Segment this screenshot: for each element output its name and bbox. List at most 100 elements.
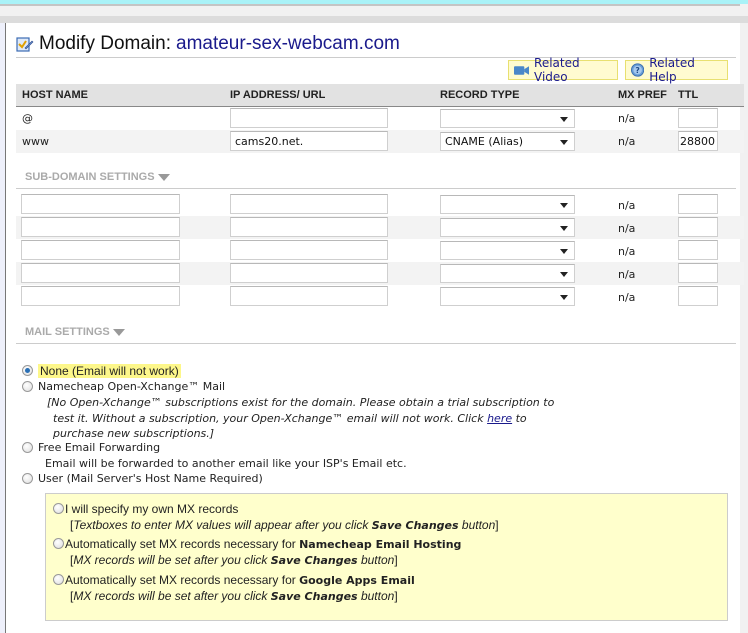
note-text: button (357, 589, 395, 603)
chevron-down-icon (560, 249, 568, 254)
record-type-select[interactable] (440, 264, 575, 283)
ttl-input[interactable] (678, 263, 718, 283)
user-mx-options-box: I will specify my own MX records [Textbo… (45, 493, 728, 621)
mail-none-text: None (Email will not work) (38, 364, 181, 378)
mx-google-text: Automatically set MX records necessary f… (65, 573, 300, 587)
record-type-select[interactable] (440, 218, 575, 237)
chevron-down-icon (560, 203, 568, 208)
mx-namecheap-note: [MX records will be set after you click … (70, 553, 398, 567)
ttl-input[interactable] (678, 108, 718, 128)
ttl-input[interactable] (678, 131, 718, 151)
subdomain-settings-toggle[interactable]: SUB-DOMAIN SETTINGS (25, 171, 170, 183)
subdomain-settings-label: SUB-DOMAIN SETTINGS (25, 171, 155, 183)
openxchange-note-line1: [No Open-Xchange™ subscriptions exist fo… (47, 396, 555, 409)
related-video-label: Related Video (534, 56, 580, 84)
note-text: MX records will be set after you click (73, 589, 271, 603)
title-label: Modify Domain: (39, 33, 171, 54)
ip-address-input[interactable] (230, 194, 388, 214)
related-video-button[interactable]: Related Video (508, 56, 618, 84)
mx-own-note: [Textboxes to enter MX values will appea… (70, 518, 499, 532)
mx-pref: n/a (618, 135, 636, 148)
col-host-name: HOST NAME (22, 89, 88, 101)
panel-top-strip (0, 16, 748, 23)
ip-address-input[interactable] (230, 240, 388, 260)
note-text: Textboxes to enter MX values will appear… (73, 518, 372, 532)
record-type-select[interactable] (440, 109, 575, 128)
mx-google-bold: Google Apps Email (299, 574, 415, 587)
note-bold: Save Changes (371, 519, 459, 532)
ttl-input[interactable] (678, 286, 718, 306)
record-type-select[interactable] (440, 195, 575, 214)
ip-address-input[interactable] (230, 108, 388, 128)
note-text: button (458, 518, 496, 532)
mx-google-note: [MX records will be set after you click … (70, 589, 398, 603)
title-divider (16, 57, 736, 58)
caret-down-icon (157, 173, 170, 181)
mx-pref: n/a (618, 222, 636, 235)
mx-pref: n/a (618, 291, 636, 304)
mx-own-radio[interactable] (53, 503, 64, 514)
ttl-input[interactable] (678, 240, 718, 260)
mail-none-radio[interactable] (22, 365, 33, 376)
mail-none-label[interactable]: None (Email will not work) (38, 364, 181, 378)
mx-namecheap-label[interactable]: Automatically set MX records necessary f… (65, 537, 461, 551)
page-title: Modify Domain: amateur-sex-webcam.com (16, 31, 400, 57)
table-row: www CNAME (Alias) n/a (16, 130, 744, 153)
mail-settings-toggle[interactable]: MAIL SETTINGS (25, 326, 125, 338)
video-camera-icon (514, 65, 530, 75)
mail-forwarding-radio[interactable] (22, 442, 33, 453)
edit-checklist-icon (16, 37, 34, 52)
purchase-subscription-link[interactable]: here (487, 412, 512, 425)
mx-pref: n/a (618, 268, 636, 281)
note-bold: Save Changes (270, 554, 358, 567)
chevron-down-icon (560, 117, 568, 122)
host-name-input[interactable] (21, 217, 180, 237)
openxchange-note-line2: test it. Without a subscription, your Op… (53, 412, 527, 425)
mx-own-label[interactable]: I will specify my own MX records (65, 502, 238, 516)
subdomain-row: n/a (16, 193, 744, 216)
mail-user-radio[interactable] (22, 473, 33, 484)
host-name-input[interactable] (21, 286, 180, 306)
host-name: @ (22, 112, 33, 125)
ip-address-input[interactable] (230, 263, 388, 283)
record-type-select[interactable] (440, 287, 575, 306)
ttl-input[interactable] (678, 194, 718, 214)
ttl-input[interactable] (678, 217, 718, 237)
mx-google-radio[interactable] (53, 574, 64, 585)
note-text: button (357, 553, 395, 567)
ip-address-input[interactable] (230, 131, 388, 151)
forwarding-note: Email will be forwarded to another email… (45, 457, 407, 470)
svg-text:?: ? (635, 66, 639, 75)
mx-namecheap-radio[interactable] (53, 538, 64, 549)
chevron-down-icon (560, 226, 568, 231)
mx-own-text: I will specify my own MX records (65, 502, 239, 516)
mail-user-label[interactable]: User (Mail Server's Host Name Required) (38, 472, 263, 485)
host-name-input[interactable] (21, 194, 180, 214)
col-ttl: TTL (678, 89, 699, 101)
chevron-down-icon (560, 272, 568, 277)
ip-address-input[interactable] (230, 286, 388, 306)
chevron-down-icon (560, 295, 568, 300)
record-type-select[interactable]: CNAME (Alias) (440, 132, 575, 151)
col-mx-pref: MX PREF (618, 89, 667, 101)
host-name: www (22, 135, 49, 148)
record-type-select[interactable] (440, 241, 575, 260)
related-help-button[interactable]: ? Related Help (625, 56, 728, 84)
subdomain-row: n/a (16, 262, 744, 285)
caret-down-icon (112, 328, 125, 336)
note-text: MX records will be set after you click (73, 553, 271, 567)
mx-google-label[interactable]: Automatically set MX records necessary f… (65, 573, 415, 587)
host-name-input[interactable] (21, 263, 180, 283)
mail-forwarding-label[interactable]: Free Email Forwarding (38, 441, 160, 454)
mail-settings-label: MAIL SETTINGS (25, 326, 110, 338)
mail-openxchange-label[interactable]: Namecheap Open-Xchange™ Mail (38, 380, 225, 393)
mx-namecheap-text: Automatically set MX records necessary f… (65, 537, 300, 551)
ip-address-input[interactable] (230, 217, 388, 237)
subdomain-row: n/a (16, 216, 744, 239)
host-name-input[interactable] (21, 240, 180, 260)
note-bold: Save Changes (270, 590, 358, 603)
domain-name: amateur-sex-webcam.com (176, 33, 400, 54)
mail-openxchange-radio[interactable] (22, 381, 33, 392)
openxchange-note-line3: purchase new subscriptions.] (53, 427, 215, 440)
mx-pref: n/a (618, 245, 636, 258)
